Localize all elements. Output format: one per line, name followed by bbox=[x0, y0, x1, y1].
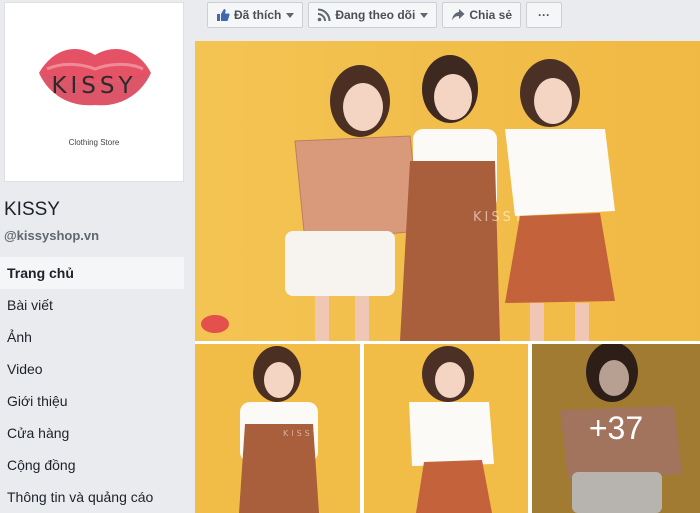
profile-picture[interactable]: KISSY Clothing Store bbox=[4, 2, 184, 182]
logo-tagline: Clothing Store bbox=[68, 138, 120, 147]
page-nav: Trang chủ Bài viết Ảnh Video Giới thiệu … bbox=[0, 257, 184, 513]
nav-item-videos[interactable]: Video bbox=[0, 353, 184, 385]
photo-grid: KISSY KISSY +37 bbox=[195, 41, 700, 513]
more-options-button[interactable]: ··· bbox=[526, 2, 563, 28]
chevron-down-icon bbox=[286, 12, 295, 18]
share-arrow-icon bbox=[451, 8, 465, 22]
thumbs-up-icon bbox=[216, 8, 230, 22]
photo-watermark: KISSY bbox=[283, 429, 321, 438]
following-label: Đang theo dõi bbox=[335, 8, 416, 22]
liked-button[interactable]: Đã thích bbox=[207, 2, 304, 28]
page-title[interactable]: KISSY bbox=[4, 199, 60, 221]
photo-thumbnail[interactable]: KISSY bbox=[195, 344, 360, 513]
photo-thumbnail-image bbox=[364, 344, 528, 513]
photo-watermark: KISSY bbox=[473, 210, 525, 225]
following-button[interactable]: Đang theo dõi bbox=[308, 2, 438, 28]
chevron-down-icon bbox=[420, 12, 429, 18]
photo-thumbnail-image: KISSY bbox=[195, 344, 360, 513]
nav-item-info-ads[interactable]: Thông tin và quảng cáo bbox=[0, 481, 184, 513]
nav-item-about[interactable]: Giới thiệu bbox=[0, 385, 184, 417]
nav-item-community[interactable]: Cộng đồng bbox=[0, 449, 184, 481]
nav-item-posts[interactable]: Bài viết bbox=[0, 289, 184, 321]
photo-thumbnail-more[interactable]: +37 bbox=[532, 344, 700, 513]
nav-item-photos[interactable]: Ảnh bbox=[0, 321, 184, 353]
logo-brand-text: KISSY bbox=[51, 73, 137, 99]
more-photos-count: +37 bbox=[532, 344, 700, 513]
more-icon: ··· bbox=[538, 8, 551, 22]
cover-photo[interactable]: KISSY bbox=[195, 41, 700, 341]
page-action-bar: Đã thích Đang theo dõi Chia sẻ ··· bbox=[207, 2, 563, 28]
photo-thumbnail[interactable] bbox=[364, 344, 528, 513]
left-column: KISSY Clothing Store KISSY @kissyshop.vn… bbox=[0, 0, 190, 513]
page-username[interactable]: @kissyshop.vn bbox=[4, 228, 99, 243]
liked-label: Đã thích bbox=[234, 8, 282, 22]
nav-item-shop[interactable]: Cửa hàng bbox=[0, 417, 184, 449]
nav-item-home[interactable]: Trang chủ bbox=[0, 257, 184, 289]
share-button[interactable]: Chia sẻ bbox=[442, 2, 522, 28]
share-label: Chia sẻ bbox=[469, 8, 513, 22]
rss-icon bbox=[317, 8, 331, 22]
